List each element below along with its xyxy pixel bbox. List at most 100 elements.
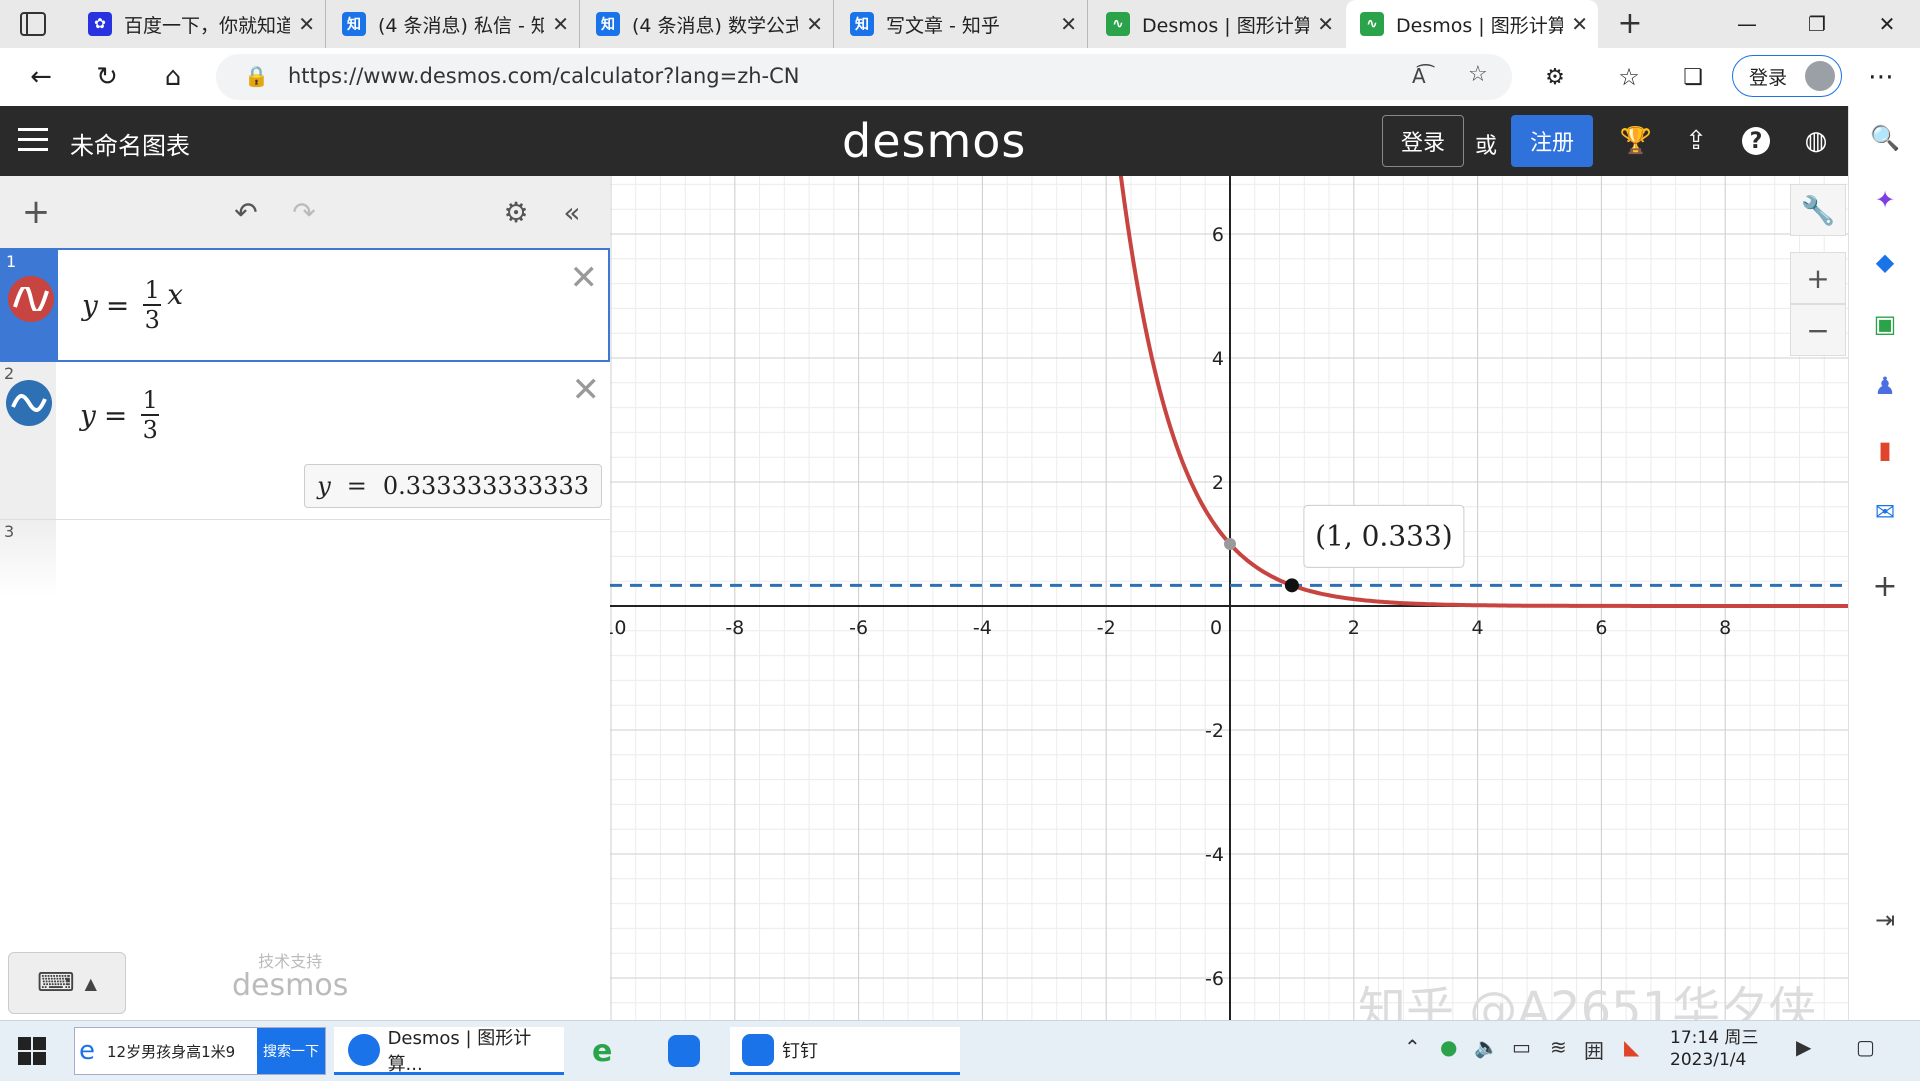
share-icon[interactable]: ⇪ <box>1678 123 1714 159</box>
x-tick-label: -2 <box>1097 617 1116 639</box>
expression-tab: 2 <box>0 362 56 519</box>
battery-icon[interactable]: ▭ <box>1512 1035 1531 1059</box>
browser-tab[interactable]: 知 (4 条消息) 私信 - 知乎 ✕ <box>328 0 580 48</box>
expression-tab: 3 <box>0 520 56 598</box>
zoom-out-icon[interactable]: − <box>1790 304 1846 356</box>
avatar <box>1805 61 1835 91</box>
tab-actions-icon[interactable] <box>20 12 46 36</box>
expression-row[interactable]: 1 y = 1 3 x ✕ <box>0 248 610 362</box>
curve-color-icon[interactable] <box>8 276 54 322</box>
graph-title[interactable]: 未命名图表 <box>70 126 190 161</box>
favorite-add-icon[interactable]: ☆ <box>1468 62 1488 87</box>
browser-tab[interactable]: 知 (4 条消息) 数学公式 ✕ <box>582 0 834 48</box>
tag-icon[interactable]: ◆ <box>1867 244 1903 280</box>
sparkle-icon[interactable]: ✦ <box>1867 182 1903 218</box>
eval-value: 0.333333333333 <box>382 472 589 500</box>
read-aloud-icon[interactable]: A͡ <box>1412 64 1426 88</box>
tray-red-icon[interactable]: ◣ <box>1624 1035 1639 1059</box>
close-icon[interactable]: ✕ <box>1060 12 1077 36</box>
graph-area[interactable]: -10-8-6-4-202468642-2-4-6(1, 0.333) 🔧 + … <box>610 176 1848 1020</box>
close-icon[interactable]: ✕ <box>1317 12 1334 36</box>
volume-icon[interactable]: 🔈 <box>1474 1035 1499 1059</box>
more-menu-icon[interactable]: ⋯ <box>1860 56 1902 98</box>
expression-math[interactable]: y = 1 3 x <box>82 276 183 334</box>
collections-icon[interactable]: ❏ <box>1672 56 1714 98</box>
zoom-in-icon[interactable]: + <box>1790 252 1846 304</box>
close-icon[interactable]: ✕ <box>298 12 315 36</box>
browser-sidebar: 🔍 ✦ ◆ ▣ ♟ ▮ ✉ + ⇥ <box>1848 106 1920 1020</box>
login-button[interactable]: 登录 <box>1382 115 1464 167</box>
extensions-icon[interactable]: ⚙ <box>1534 56 1576 98</box>
line-color-icon[interactable] <box>6 380 52 426</box>
tray-chevron-icon[interactable]: ⌃ <box>1404 1035 1421 1059</box>
start-button[interactable] <box>18 1027 46 1075</box>
close-icon[interactable]: ✕ <box>1571 12 1588 36</box>
collapse-panel-icon[interactable]: « <box>554 194 590 230</box>
sidebar-collapse-icon[interactable]: ⇥ <box>1867 902 1903 938</box>
add-icon[interactable]: + <box>1867 568 1903 604</box>
redo-icon[interactable]: ↷ <box>286 194 322 230</box>
back-icon[interactable]: ← <box>20 56 62 98</box>
tray-app-icon[interactable]: ● <box>1440 1035 1457 1059</box>
tab-title: Desmos | 图形计算器 <box>1396 14 1564 37</box>
close-icon[interactable]: ✕ <box>806 12 823 36</box>
notification-icon[interactable]: ▢ <box>1856 1035 1875 1059</box>
browser-tab[interactable]: ∿ Desmos | 图形计算器 ✕ <box>1092 0 1344 48</box>
delete-expression-icon[interactable]: ✕ <box>570 258 599 298</box>
help-icon[interactable]: ? <box>1738 123 1774 159</box>
y-tick-label: 2 <box>1212 472 1224 494</box>
math-variable: x <box>167 277 184 311</box>
globe-icon[interactable]: ◍ <box>1798 123 1834 159</box>
keyboard-toggle-button[interactable]: ⌨ ▲ <box>8 952 126 1014</box>
taskbar-edge[interactable]: Desmos | 图形计算... <box>334 1027 564 1075</box>
ie-icon: e <box>79 1036 95 1066</box>
taskbar-app[interactable] <box>668 1027 700 1075</box>
restore-icon[interactable]: ❐ <box>1782 0 1852 48</box>
expression-row-empty[interactable]: 3 <box>0 520 610 598</box>
url-field[interactable]: 🔒 https://www.desmos.com/calculator?lang… <box>216 54 1512 100</box>
expression-row[interactable]: 2 y = 1 3 ✕ y = 0.333333333333 <box>0 362 610 520</box>
browser-tab-active[interactable]: ∿ Desmos | 图形计算器 ✕ <box>1346 0 1598 48</box>
math-equals: = <box>105 288 130 322</box>
browser-tab[interactable]: 知 写文章 - 知乎 ✕ <box>836 0 1088 48</box>
refresh-icon[interactable]: ↻ <box>86 56 128 98</box>
search-icon[interactable]: 🔍 <box>1867 120 1903 156</box>
clock-time: 17:14 周三 <box>1670 1028 1759 1048</box>
expression-math[interactable]: y = 1 3 <box>80 386 165 444</box>
outlook-icon[interactable]: ✉ <box>1867 494 1903 530</box>
profile-login-button[interactable]: 登录 <box>1732 55 1842 97</box>
ime-icon[interactable]: 囲 <box>1584 1035 1604 1064</box>
taskbar-search[interactable]: e 12岁男孩身高1米9 搜索一下 <box>74 1027 326 1075</box>
math-equals: = <box>103 398 128 432</box>
math-lhs: y <box>82 288 98 322</box>
x-tick-label: 6 <box>1595 617 1607 639</box>
games-icon[interactable]: ♟ <box>1867 368 1903 404</box>
media-icon[interactable]: ▶ <box>1796 1035 1811 1059</box>
trophy-icon[interactable]: 🏆 <box>1618 123 1654 159</box>
close-icon[interactable]: ✕ <box>552 12 569 36</box>
signup-button[interactable]: 注册 <box>1511 115 1593 167</box>
taskbar-search-button[interactable]: 搜索一下 <box>257 1028 325 1074</box>
home-icon[interactable]: ⌂ <box>152 56 194 98</box>
hamburger-menu-icon[interactable] <box>18 128 48 152</box>
new-tab-icon[interactable]: + <box>1612 6 1648 42</box>
clock[interactable]: 17:14 周三 2023/1/4 <box>1670 1027 1758 1071</box>
taskbar-dingtalk[interactable]: 钉钉 <box>730 1027 960 1075</box>
toolbox-icon[interactable]: ▣ <box>1867 306 1903 342</box>
minimize-icon[interactable]: — <box>1712 0 1782 48</box>
window-close-icon[interactable]: ✕ <box>1852 0 1920 48</box>
wifi-icon[interactable]: ≋ <box>1550 1035 1567 1059</box>
taskbar-ie[interactable]: e <box>592 1027 612 1075</box>
add-expression-icon[interactable]: + <box>18 192 54 232</box>
wrench-icon[interactable]: 🔧 <box>1790 184 1846 236</box>
expression-panel: + ↶ ↷ ⚙ « 1 y = 1 3 x ✕ 2 y = 1 3 ✕ y = … <box>0 176 611 1020</box>
office-icon[interactable]: ▮ <box>1867 432 1903 468</box>
delete-expression-icon[interactable]: ✕ <box>572 370 601 410</box>
graph-canvas[interactable]: -10 -8 -6 -4 -2 0 2 4 6 8 6 4 2 -2 -4 -6 (1, 0.333) <box>610 176 1848 1020</box>
undo-icon[interactable]: ↶ <box>228 194 264 230</box>
math-lhs: y <box>80 398 96 432</box>
browser-tab-strip: ✿ 百度一下，你就知道 ✕ 知 (4 条消息) 私信 - 知乎 ✕ 知 (4 条… <box>0 0 1920 48</box>
settings-gear-icon[interactable]: ⚙ <box>498 194 534 230</box>
browser-tab[interactable]: ✿ 百度一下，你就知道 ✕ <box>74 0 326 48</box>
favorites-icon[interactable]: ☆ <box>1608 56 1650 98</box>
